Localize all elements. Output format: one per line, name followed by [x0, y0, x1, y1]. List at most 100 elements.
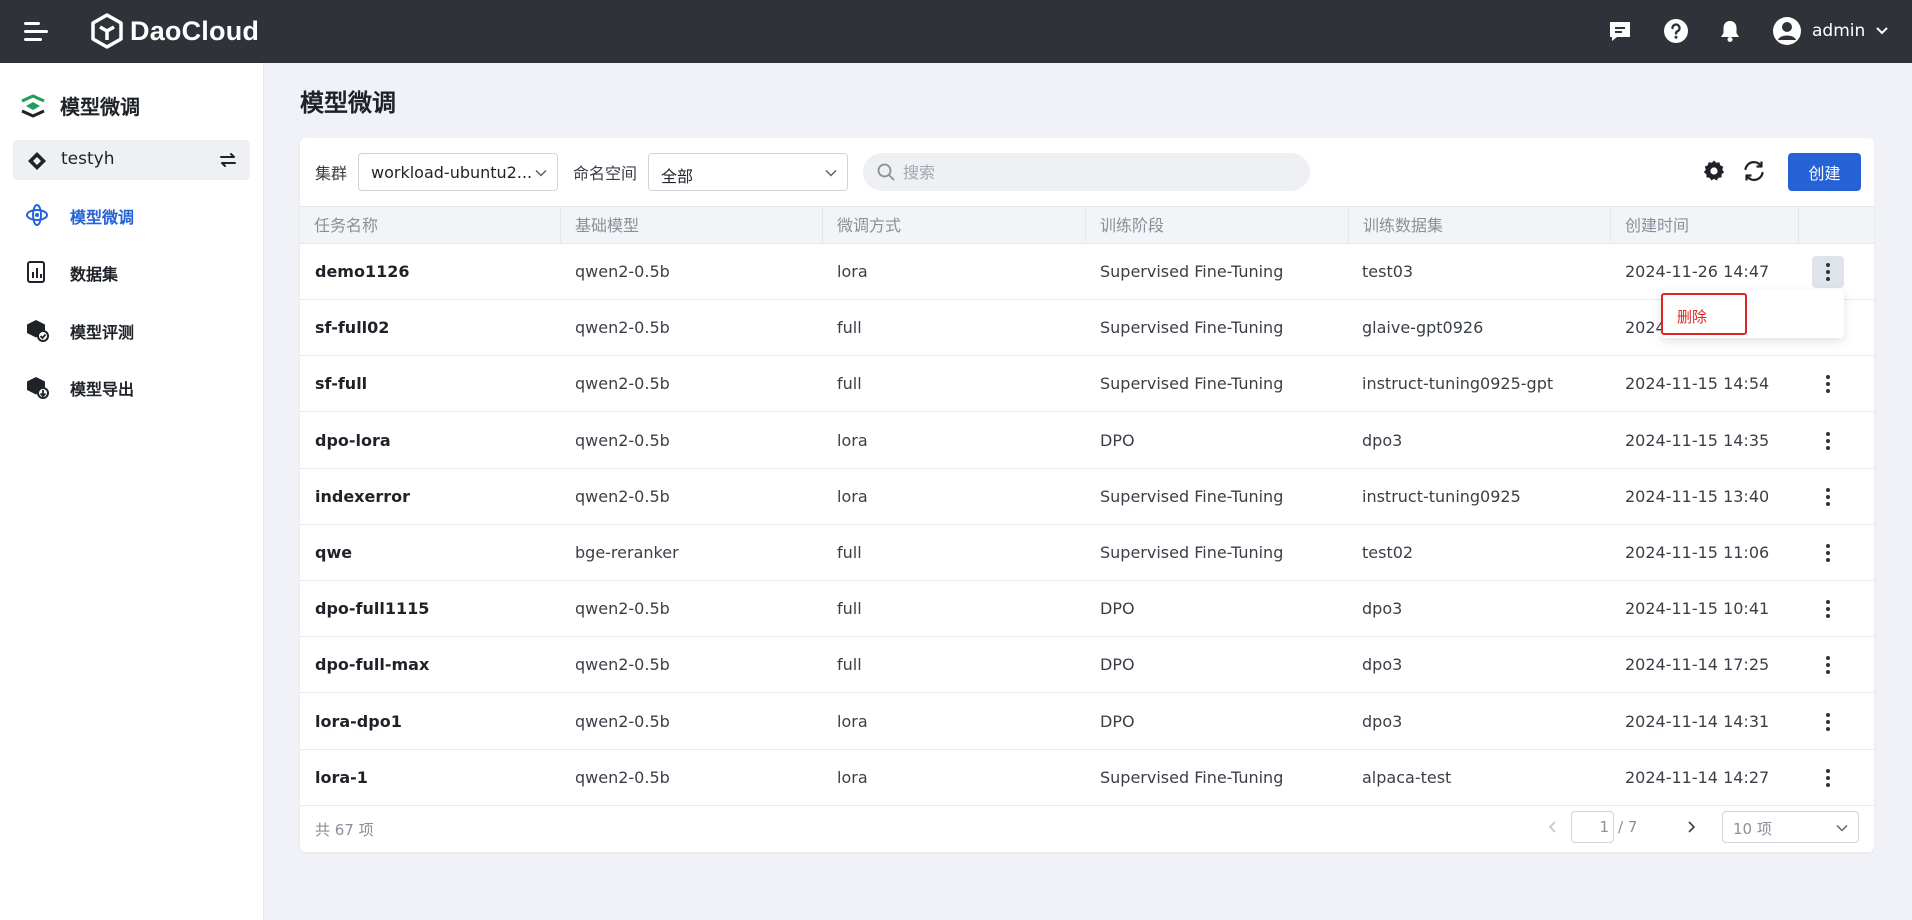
chevron-left-icon[interactable]	[1546, 820, 1560, 834]
cell-dataset: instruct-tuning0925-gpt	[1362, 374, 1554, 394]
sidebar: 模型微调 testyh 模型微调 数据集 模型评测 模型导出	[0, 63, 264, 920]
help-icon[interactable]	[1661, 16, 1691, 46]
top-bar: DaoCloud admin	[0, 0, 1912, 63]
table-row[interactable]: qwe bge-reranker full Supervised Fine-Tunin…	[300, 525, 1874, 581]
user-name: admin	[1812, 21, 1866, 41]
cell-stage: DPO	[1100, 599, 1135, 619]
cell-name: dpo-lora	[315, 430, 391, 450]
delete-menu-item[interactable]: 删除	[1677, 306, 1707, 327]
more-actions-icon[interactable]	[1812, 537, 1844, 569]
column-header-actions	[1799, 207, 1874, 244]
table-row[interactable]: indexerror qwen2-0.5b lora Supervised Fine-…	[300, 469, 1874, 525]
model-tune-icon	[26, 204, 48, 226]
cell-dataset: dpo3	[1362, 655, 1403, 675]
page-total: / 7	[1618, 818, 1638, 836]
page-size-select[interactable]: 10 项	[1722, 811, 1859, 843]
refresh-icon[interactable]	[1740, 157, 1768, 185]
cell-model: qwen2-0.5b	[575, 430, 670, 450]
column-header-name[interactable]: 任务名称	[300, 207, 561, 244]
cell-name: sf-full	[315, 374, 368, 394]
chevron-right-icon[interactable]	[1684, 820, 1698, 834]
cell-method: full	[837, 655, 862, 675]
cell-method: full	[837, 599, 862, 619]
cell-stage: Supervised Fine-Tuning	[1100, 374, 1284, 394]
cell-created: 2024-11-15 10:41	[1625, 599, 1770, 619]
workspace-switcher[interactable]: testyh	[13, 140, 250, 180]
more-actions-icon[interactable]	[1812, 762, 1844, 794]
column-header-created[interactable]: 创建时间	[1611, 207, 1799, 244]
cell-stage: DPO	[1100, 655, 1135, 675]
table-row[interactable]: lora-1 qwen2-0.5b lora Supervised Fine-Tuni…	[300, 750, 1874, 806]
more-actions-icon[interactable]	[1812, 368, 1844, 400]
cell-dataset: dpo3	[1362, 430, 1403, 450]
cell-method: full	[837, 543, 862, 562]
menu-icon[interactable]	[24, 21, 48, 41]
cell-stage: DPO	[1100, 711, 1135, 731]
namespace-value: 全部	[661, 167, 694, 186]
table-row[interactable]: dpo-full-max qwen2-0.5b full DPO dpo3 2024-11…	[300, 637, 1874, 694]
sidebar-item-model-tune[interactable]: 模型微调	[0, 191, 263, 239]
page-input[interactable]	[1571, 811, 1614, 843]
more-actions-icon[interactable]	[1812, 425, 1844, 457]
cell-method: lora	[837, 486, 868, 506]
create-button[interactable]: 创建	[1788, 153, 1861, 191]
gear-icon[interactable]	[1700, 157, 1728, 185]
bell-icon[interactable]	[1715, 16, 1745, 46]
column-header-method[interactable]: 微调方式	[823, 207, 1086, 244]
cell-created: 2024-11-14 14:27	[1625, 767, 1770, 787]
cell-stage: Supervised Fine-Tuning	[1100, 486, 1284, 506]
user-avatar-icon	[1773, 17, 1801, 45]
task-list-card: 集群 workload-ubuntu2... 命名空间 全部 创建 任务名称 基…	[300, 138, 1874, 852]
more-actions-icon[interactable]	[1812, 649, 1844, 681]
namespace-label: 命名空间	[573, 164, 638, 183]
cluster-select[interactable]: workload-ubuntu2...	[358, 153, 558, 191]
cell-name: sf-full02	[315, 318, 390, 338]
user-menu[interactable]: admin	[1772, 14, 1889, 48]
page-title: 模型微调	[300, 89, 396, 117]
more-actions-icon[interactable]	[1812, 481, 1844, 513]
cell-method: full	[837, 374, 862, 394]
cell-name: dpo-full-max	[315, 655, 430, 675]
column-header-model[interactable]: 基础模型	[561, 207, 823, 244]
cell-created: 2024-11-14 17:25	[1625, 655, 1770, 675]
cell-model: qwen2-0.5b	[575, 711, 670, 731]
cell-dataset: dpo3	[1362, 711, 1403, 731]
cell-created: 2024-11-15 14:54	[1625, 374, 1770, 394]
cell-stage: Supervised Fine-Tuning	[1100, 543, 1284, 562]
sidebar-item-model-export[interactable]: 模型导出	[0, 363, 263, 411]
table-row[interactable]: demo1126 qwen2-0.5b lora Supervised Fine-Tu…	[300, 244, 1874, 300]
cell-dataset: instruct-tuning0925	[1362, 486, 1521, 506]
column-header-dataset[interactable]: 训练数据集	[1349, 207, 1611, 244]
cell-stage: Supervised Fine-Tuning	[1100, 262, 1284, 281]
more-actions-icon[interactable]	[1812, 593, 1844, 625]
sidebar-item-dataset[interactable]: 数据集	[0, 248, 263, 296]
switch-icon[interactable]	[218, 150, 238, 170]
cell-created: 2024-11-26 14:47	[1625, 262, 1770, 281]
search-input[interactable]	[903, 159, 1293, 185]
message-icon[interactable]	[1605, 16, 1635, 46]
cell-name: lora-dpo1	[315, 711, 402, 731]
table-row[interactable]: dpo-full1115 qwen2-0.5b full DPO dpo3 2024-11…	[300, 581, 1874, 638]
namespace-select[interactable]: 全部	[648, 153, 848, 191]
cell-dataset: alpaca-test	[1362, 767, 1452, 787]
sidebar-title: 模型微调	[20, 91, 140, 120]
chevron-down-icon	[1876, 27, 1888, 35]
more-actions-icon[interactable]	[1812, 706, 1844, 738]
table-row[interactable]: sf-full qwen2-0.5b full Supervised Fine-Tun…	[300, 356, 1874, 413]
daocloud-logo-icon	[91, 13, 123, 49]
sidebar-item-model-eval[interactable]: 模型评测	[0, 306, 263, 354]
table-row[interactable]: lora-dpo1 qwen2-0.5b lora DPO dpo3 2024-11-14…	[300, 694, 1874, 750]
cell-model: qwen2-0.5b	[575, 486, 670, 506]
cell-method: lora	[837, 430, 868, 450]
cell-dataset: test03	[1362, 262, 1414, 281]
logo[interactable]: DaoCloud	[90, 13, 259, 49]
column-header-stage[interactable]: 训练阶段	[1086, 207, 1349, 244]
table-row[interactable]: sf-full02 qwen2-0.5b full Supervised Fine-T…	[300, 300, 1874, 357]
row-action-menu: 删除	[1661, 290, 1844, 338]
cell-stage: Supervised Fine-Tuning	[1100, 318, 1284, 338]
sidebar-item-label: 模型导出	[70, 380, 135, 399]
more-actions-icon[interactable]	[1812, 256, 1844, 288]
cell-created: 2024-11-15 11:06	[1625, 543, 1770, 562]
cell-model: qwen2-0.5b	[575, 767, 670, 787]
table-row[interactable]: dpo-lora qwen2-0.5b lora DPO dpo3 2024-11-15 …	[300, 413, 1874, 469]
